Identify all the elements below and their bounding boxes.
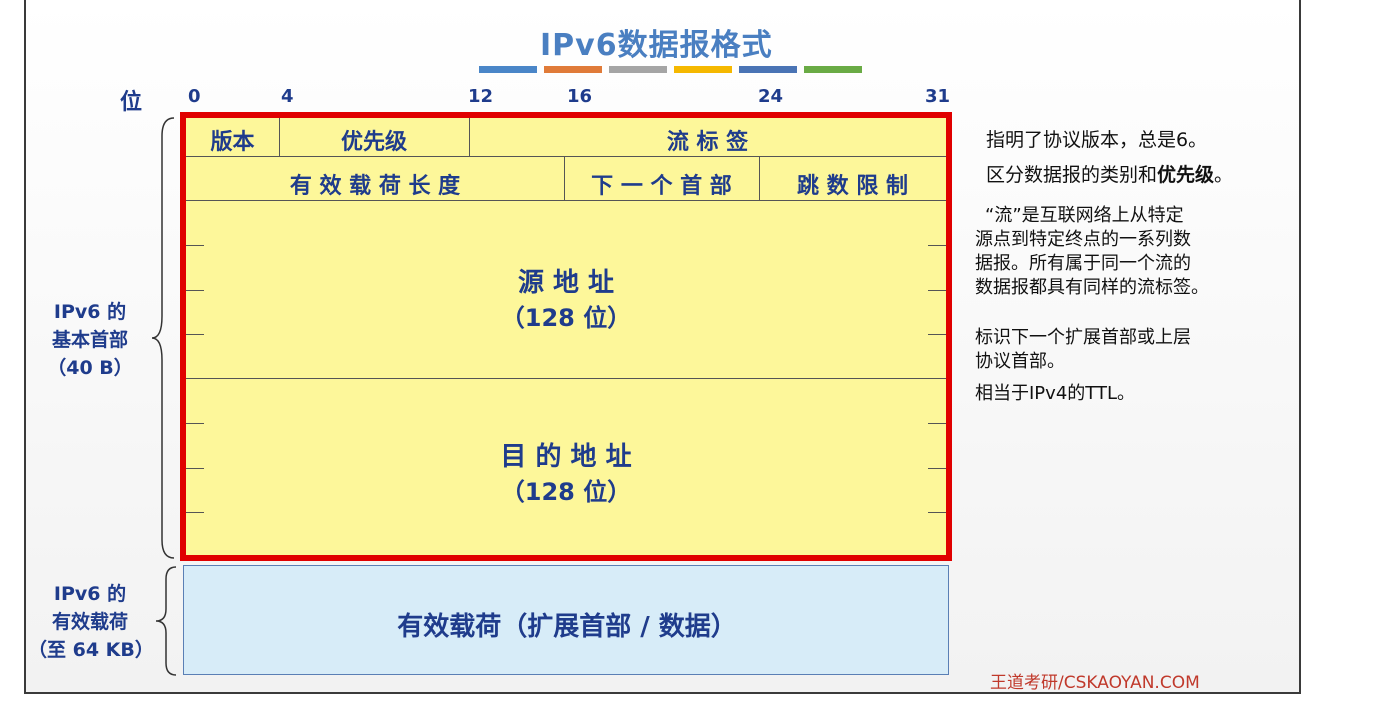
field-destination-address: 目 的 地 址: [500, 442, 632, 472]
field-source-bits: （128 位）: [500, 304, 632, 332]
bit-axis-label: 位: [120, 90, 143, 115]
word-tick-left-1: [186, 245, 204, 246]
brand-watermark-text: 王道考研/CSKAOYAN.COM: [990, 673, 1200, 693]
color-bar-3: [609, 66, 667, 73]
word-tick-right-5: [928, 468, 946, 469]
color-bar-6: [804, 66, 862, 73]
payload-label-line-1: IPv6 的: [53, 583, 127, 605]
word-tick-right-1: [928, 245, 946, 246]
payload-brace: [155, 566, 177, 676]
field-destination-bits: （128 位）: [500, 478, 632, 506]
header-row-divider-2: [186, 200, 946, 201]
word-tick-left-6: [186, 512, 204, 513]
bit-tick-4: 4: [281, 86, 294, 107]
word-tick-right-2: [928, 290, 946, 291]
field-hop-limit: 跳 数 限 制: [797, 174, 908, 199]
word-tick-left-3: [186, 334, 204, 335]
field-priority: 优先级: [340, 130, 407, 155]
word-tick-right-4: [928, 423, 946, 424]
note-next-header-line-2: 协议首部。: [975, 351, 1065, 372]
payload-label: 有效载荷（扩展首部 / 数据）: [397, 612, 737, 642]
payload-label-line-2: 有效载荷: [51, 611, 128, 633]
note-priority: 区分数据报的类别和优先级。: [986, 163, 1306, 187]
note-next-header: 标识下一个扩展首部或上层 协议首部。: [975, 326, 1295, 374]
bit-tick-0: 0: [188, 86, 201, 107]
note-flow: “流”是互联网络上从特定 源点到特定终点的一系列数 据报。所有属于同一个流的 数…: [975, 204, 1295, 300]
field-flow-label: 流 标 签: [666, 130, 749, 155]
field-version: 版本: [210, 130, 255, 155]
note-priority-bold: 优先级: [1157, 164, 1215, 186]
header-row-divider-1: [186, 156, 946, 157]
payload-side-label: IPv6 的 有效载荷 （至 64 KB）: [28, 580, 154, 664]
payload-label-line-3: （至 64 KB）: [28, 639, 154, 661]
ipv6-base-header: 版本 优先级 流 标 签 有 效 载 荷 长 度 下 一 个 首 部 跳 数 限…: [180, 112, 952, 561]
note-priority-prefix: 区分数据报的类别和: [986, 164, 1158, 186]
header-brace: [151, 117, 175, 559]
note-flow-line-1: “流”是互联网络上从特定: [985, 205, 1184, 226]
note-hop-limit: 相当于IPv4的TTL。: [975, 383, 1135, 404]
field-next-header: 下 一 个 首 部: [591, 174, 732, 199]
word-tick-right-3: [928, 334, 946, 335]
ipv6-payload: 有效载荷（扩展首部 / 数据）: [183, 565, 949, 675]
note-flow-line-4: 数据报都具有同样的流标签。: [975, 277, 1209, 298]
address-divider: [186, 378, 946, 379]
color-bar-5: [739, 66, 797, 73]
note-flow-line-2: 源点到特定终点的一系列数: [975, 229, 1191, 250]
bit-tick-31: 31: [925, 86, 951, 107]
note-flow-line-3: 据报。所有属于同一个流的: [975, 253, 1191, 274]
note-next-header-line-1: 标识下一个扩展首部或上层: [975, 327, 1191, 348]
base-header-label-line-3: （40 B）: [47, 357, 133, 379]
field-payload-length: 有 效 载 荷 长 度: [289, 174, 461, 199]
field-source-address: 源 地 址: [517, 268, 615, 298]
base-header-label-line-2: 基本首部: [51, 329, 128, 351]
bit-tick-16: 16: [567, 86, 593, 107]
word-tick-left-4: [186, 423, 204, 424]
word-tick-left-2: [186, 290, 204, 291]
base-header-label-line-1: IPv6 的: [53, 301, 127, 323]
color-bar-2: [544, 66, 602, 73]
word-tick-right-6: [928, 512, 946, 513]
base-header-side-label: IPv6 的 基本首部 （40 B）: [30, 298, 150, 382]
note-priority-suffix: 。: [1214, 164, 1234, 186]
page-title: IPv6数据报格式: [540, 28, 773, 63]
bit-tick-24: 24: [758, 86, 784, 107]
color-bar-4: [674, 66, 732, 73]
note-version: 指明了协议版本，总是6。: [986, 129, 1208, 151]
color-bar-1: [479, 66, 537, 73]
bit-tick-12: 12: [468, 86, 494, 107]
word-tick-left-5: [186, 468, 204, 469]
